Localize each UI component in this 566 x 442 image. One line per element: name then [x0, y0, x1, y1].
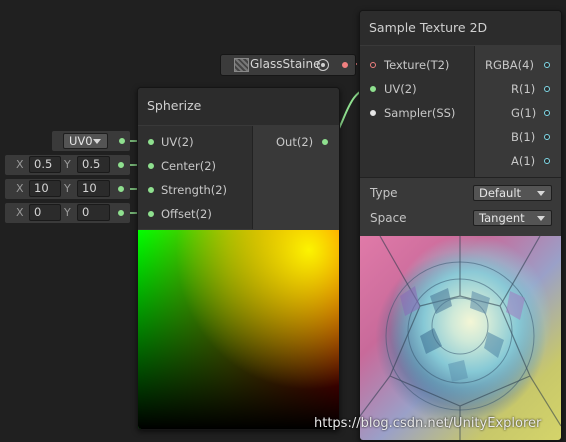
spherize-node[interactable]: Spherize UV(2) Center(2) Strength(2) Off…: [137, 87, 340, 430]
texture-preview: [360, 236, 561, 440]
offset-x-field[interactable]: 0: [29, 204, 61, 221]
center-y-label: Y: [64, 158, 71, 171]
stained-glass-pattern: [360, 236, 561, 440]
strength-y-field[interactable]: 10: [77, 180, 110, 197]
center-y-field[interactable]: 0.5: [77, 156, 110, 173]
uv-channel-dropdown[interactable]: UV0: [63, 133, 108, 149]
strength-x-label: X: [16, 182, 24, 195]
spherize-preview: [138, 230, 339, 429]
center-x-field[interactable]: 0.5: [29, 156, 61, 173]
offset-y-label: Y: [64, 206, 71, 219]
offset-y-field[interactable]: 0: [77, 204, 110, 221]
strength-inline: X 10 Y 10: [5, 179, 130, 199]
texture-thumbnail-icon: [234, 58, 249, 72]
uv-channel-port[interactable]: [119, 138, 125, 144]
strength-x-field[interactable]: 10: [29, 180, 61, 197]
spherize-uv-port[interactable]: [148, 139, 154, 145]
type-dropdown[interactable]: Default: [473, 185, 552, 201]
chevron-down-icon: [537, 191, 545, 196]
strength-inline-port[interactable]: [118, 186, 124, 192]
g-output-port[interactable]: [544, 110, 550, 116]
offset-inline-port[interactable]: [118, 210, 124, 216]
spherize-out-port[interactable]: [322, 139, 328, 145]
spherize-offset-port[interactable]: [148, 211, 154, 217]
offset-inline: X 0 Y 0: [5, 203, 130, 223]
center-x-label: X: [16, 158, 24, 171]
spherize-strength-port[interactable]: [148, 187, 154, 193]
offset-x-label: X: [16, 206, 24, 219]
spherize-header[interactable]: Spherize: [138, 88, 339, 125]
center-inline: X 0.5 Y 0.5: [5, 155, 130, 175]
uv-channel-inline: UV0: [52, 131, 130, 151]
sample-texture-output-a[interactable]: A(1): [511, 152, 550, 170]
texture-input-port[interactable]: [370, 62, 376, 68]
rgba-output-port[interactable]: [544, 62, 550, 68]
settings-divider: [360, 177, 561, 178]
texture-property-node[interactable]: GlassStaine: [220, 54, 356, 76]
object-picker-icon[interactable]: [317, 59, 329, 71]
b-output-port[interactable]: [544, 134, 550, 140]
spherize-center-port[interactable]: [148, 163, 154, 169]
spherize-output-out[interactable]: Out(2): [276, 133, 328, 151]
sample-texture-output-b[interactable]: B(1): [511, 128, 550, 146]
uv-input-port[interactable]: [370, 86, 376, 92]
strength-y-label: Y: [64, 182, 71, 195]
type-label: Type: [370, 186, 398, 200]
chevron-down-icon: [93, 139, 101, 144]
space-dropdown[interactable]: Tangent: [473, 210, 552, 226]
sample-texture-node[interactable]: Sample Texture 2D Texture(T2) UV(2) Samp…: [359, 10, 562, 441]
sample-texture-divider: [474, 46, 475, 177]
spherize-divider: [252, 126, 253, 229]
a-output-port[interactable]: [544, 158, 550, 164]
sample-texture-title: Sample Texture 2D: [369, 20, 488, 35]
texture-property-output-port[interactable]: [342, 62, 348, 68]
r-output-port[interactable]: [544, 86, 550, 92]
watermark: https://blog.csdn.net/UnityExplorer: [314, 416, 542, 431]
sample-texture-output-rgba[interactable]: RGBA(4): [485, 56, 550, 74]
texture-property-name: GlassStaine: [250, 57, 321, 71]
spherize-title: Spherize: [147, 98, 202, 113]
space-label: Space: [370, 211, 407, 225]
sample-texture-output-g[interactable]: G(1): [511, 104, 550, 122]
chevron-down-icon: [537, 216, 545, 221]
sample-texture-output-r[interactable]: R(1): [511, 80, 550, 98]
sample-texture-header[interactable]: Sample Texture 2D: [360, 11, 561, 45]
sampler-input-port[interactable]: [370, 110, 376, 116]
center-inline-port[interactable]: [118, 162, 124, 168]
